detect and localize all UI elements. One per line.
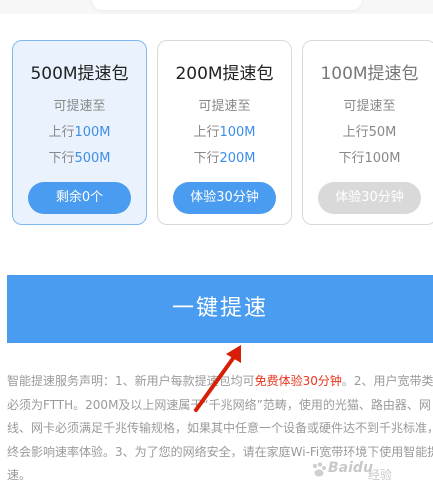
top-input-remnant — [92, 0, 362, 10]
package-card-500m[interactable]: 500M提速包 可提速至 上行100M 下行500M 剩余0个 — [12, 40, 147, 225]
notice-text-1: 智能提速服务声明：1、新用户每款提速包均可 — [7, 374, 255, 388]
paw-icon — [312, 462, 326, 477]
upload-speed: 100M — [219, 125, 256, 140]
upload-speed: 50M — [368, 125, 397, 140]
baidu-watermark: Baidu 经验 — [310, 456, 428, 492]
package-card-100m[interactable]: 100M提速包 可提速至 上行50M 下行100M 体验30分钟 — [302, 40, 433, 225]
package-desc: 可提速至 — [198, 99, 251, 114]
trial-30min-button-disabled: 体验30分钟 — [318, 182, 421, 214]
package-download: 下行100M — [303, 147, 433, 166]
watermark-brand: Baidu — [328, 460, 373, 476]
package-download: 下行500M — [13, 147, 146, 166]
download-speed: 200M — [219, 151, 256, 166]
upload-label: 上行 — [48, 125, 75, 140]
one-click-speedup-button[interactable]: 一键提速 — [7, 275, 433, 343]
download-label: 下行 — [193, 151, 220, 166]
trial-30min-button[interactable]: 体验30分钟 — [173, 182, 276, 214]
package-desc: 可提速至 — [53, 99, 106, 114]
download-label: 下行 — [48, 151, 75, 166]
top-section-remnant — [0, 0, 433, 14]
remaining-count-button[interactable]: 剩余0个 — [28, 182, 131, 214]
package-upload: 上行50M — [303, 121, 433, 140]
watermark-sub: 经验 — [368, 468, 393, 482]
package-download: 下行200M — [158, 147, 291, 166]
package-title: 200M提速包 — [175, 64, 274, 84]
download-label: 下行 — [338, 151, 365, 166]
package-desc: 可提速至 — [343, 99, 396, 114]
upload-speed: 100M — [74, 125, 111, 140]
upload-label: 上行 — [193, 125, 220, 140]
package-title: 100M提速包 — [320, 64, 419, 84]
package-upload: 上行100M — [158, 121, 291, 140]
package-title: 500M提速包 — [30, 64, 129, 84]
package-upload: 上行100M — [13, 121, 146, 140]
notice-highlight: 免费体验30分钟 — [254, 374, 342, 388]
package-card-200m[interactable]: 200M提速包 可提速至 上行100M 下行200M 体验30分钟 — [157, 40, 292, 225]
download-speed: 100M — [364, 151, 401, 166]
download-speed: 500M — [74, 151, 111, 166]
upload-label: 上行 — [342, 125, 369, 140]
